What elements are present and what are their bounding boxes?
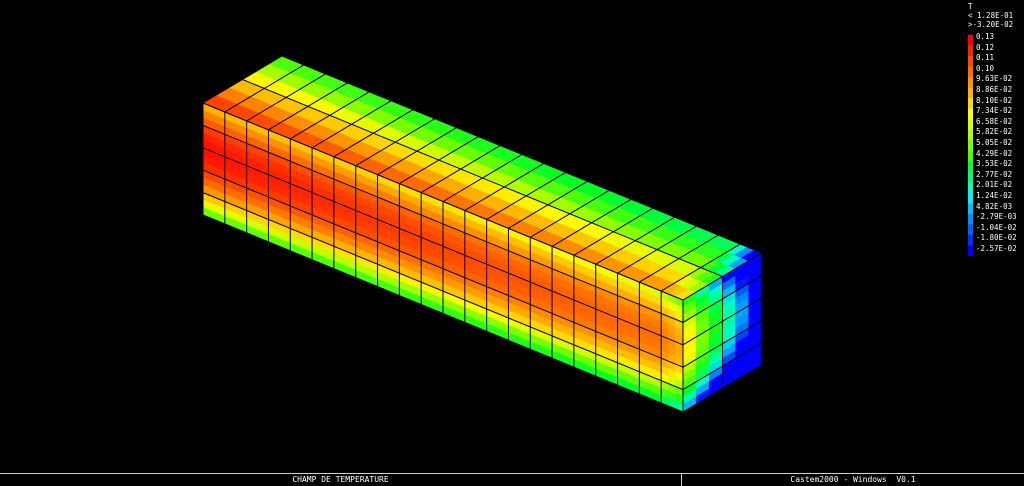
- legend-level-label: 0.10: [976, 63, 995, 73]
- legend-swatch: [968, 182, 973, 194]
- legend-swatch: [968, 35, 973, 47]
- legend-swatch: [968, 245, 973, 256]
- plot-title: CHAMP DE TEMPERATURE: [0, 474, 682, 486]
- legend-swatch: [968, 77, 973, 89]
- legend-level-label: 5.82E-02: [976, 127, 1013, 137]
- legend-level-labels: 0.13 0.12 0.11 0.10 9.63E-02 8.86E-02 8.10E-02…: [976, 32, 1024, 254]
- legend-level-label: 0.12: [976, 42, 995, 52]
- legend-level-label: 2.01E-02: [976, 180, 1013, 190]
- legend-swatch: [968, 234, 973, 246]
- legend-swatch: [968, 87, 973, 99]
- legend-level-label: 9.63E-02: [976, 74, 1013, 84]
- legend-swatch: [968, 56, 973, 68]
- legend-swatch: [968, 224, 973, 236]
- legend-swatch: [968, 119, 973, 131]
- legend-level-label: -1.04E-02: [976, 222, 1017, 232]
- legend-swatch: [968, 129, 973, 141]
- legend-swatch: [968, 161, 973, 173]
- status-bar: CHAMP DE TEMPERATURE Castem2000 - Window…: [0, 473, 1024, 486]
- legend-swatch: [968, 108, 973, 120]
- legend-level-label: 4.82E-03: [976, 201, 1013, 211]
- app-title: Castem2000 - Windows V0.1: [790, 475, 916, 484]
- legend-color-bar: [968, 35, 973, 256]
- legend-min-value: >-3.20E-02: [968, 20, 1014, 29]
- legend-level-label: 0.13: [976, 32, 995, 41]
- legend-level-label: 6.58E-02: [976, 116, 1013, 126]
- legend-level-label: -2.57E-02: [976, 243, 1017, 253]
- legend-swatch: [968, 150, 973, 162]
- legend-level-label: 5.05E-02: [976, 137, 1013, 147]
- mesh-viewport[interactable]: [0, 0, 1024, 472]
- legend-level-label: 8.10E-02: [976, 95, 1013, 105]
- legend-level-label: 4.29E-02: [976, 148, 1013, 158]
- color-legend: T < 1.28E-01 >-3.20E-02 0.13 0.12 0.11 0.10…: [966, 2, 1024, 262]
- legend-swatch: [968, 98, 973, 110]
- legend-level-label: 0.11: [976, 53, 995, 63]
- castem-graphics-window: T < 1.28E-01 >-3.20E-02 0.13 0.12 0.11 0.10…: [0, 0, 1024, 486]
- legend-level-label: 8.86E-02: [976, 84, 1013, 94]
- legend-swatch: [968, 66, 973, 78]
- legend-level-label: 3.53E-02: [976, 159, 1013, 169]
- legend-component-label: T: [968, 2, 973, 11]
- legend-level-label: -2.79E-03: [976, 212, 1017, 222]
- legend-level-label: 7.34E-02: [976, 106, 1013, 116]
- legend-swatch: [968, 140, 973, 152]
- legend-max-value: < 1.28E-01: [968, 11, 1014, 20]
- legend-level-label: 2.77E-02: [976, 169, 1013, 179]
- legend-swatch: [968, 203, 973, 215]
- legend-swatch: [968, 213, 973, 225]
- legend-level-label: -1.80E-02: [976, 233, 1017, 243]
- legend-level-label: 1.24E-02: [976, 190, 1013, 200]
- legend-swatch: [968, 192, 973, 204]
- legend-swatch: [968, 171, 973, 183]
- legend-swatch: [968, 45, 973, 57]
